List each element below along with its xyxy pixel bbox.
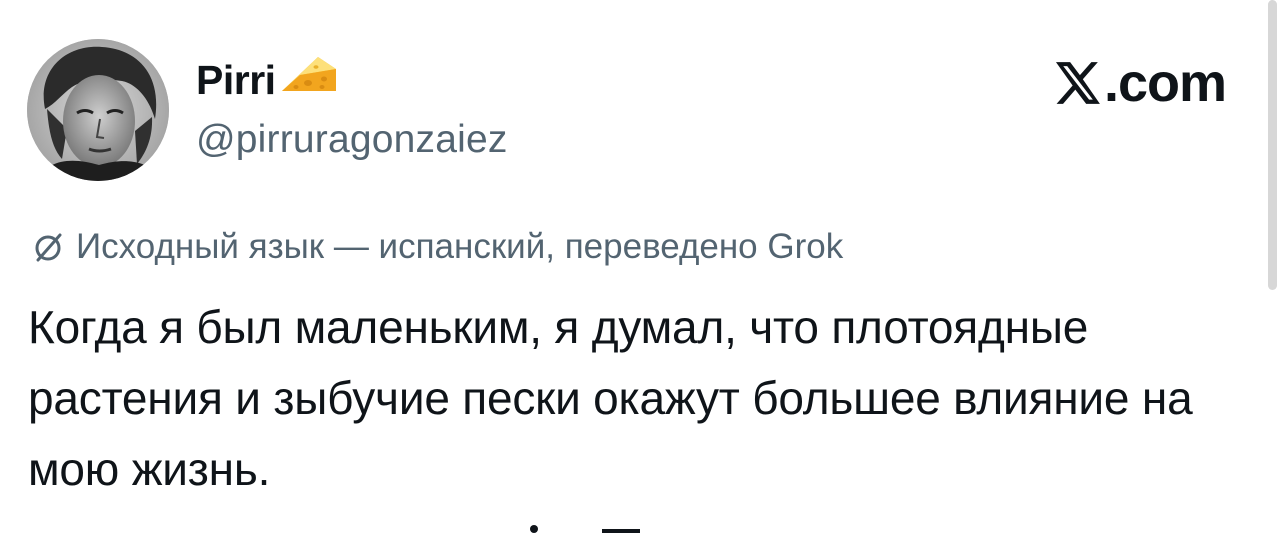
x-logo-icon — [1055, 62, 1100, 104]
cheese-emoji-icon — [281, 57, 336, 91]
author-handle[interactable]: @pirruragonzaiez — [196, 118, 508, 162]
scrollbar[interactable] — [1268, 0, 1277, 290]
x-brand: .com — [1052, 52, 1227, 114]
cutoff-content-edge — [530, 525, 640, 533]
translation-note[interactable]: Исходный язык — испанский, переведено Gr… — [30, 222, 843, 272]
translation-note-text: Исходный язык — испанский, переведено Gr… — [76, 227, 844, 266]
profile-photo — [27, 39, 169, 181]
display-name[interactable]: Pirri — [196, 57, 276, 104]
avatar[interactable] — [27, 39, 169, 181]
translate-icon — [35, 233, 62, 262]
brand-domain-label: .com — [1103, 53, 1227, 113]
author-name-row[interactable]: Pirri — [196, 50, 342, 110]
tweet-text: Когда я был маленьким, я думал, что плот… — [28, 301, 1193, 495]
